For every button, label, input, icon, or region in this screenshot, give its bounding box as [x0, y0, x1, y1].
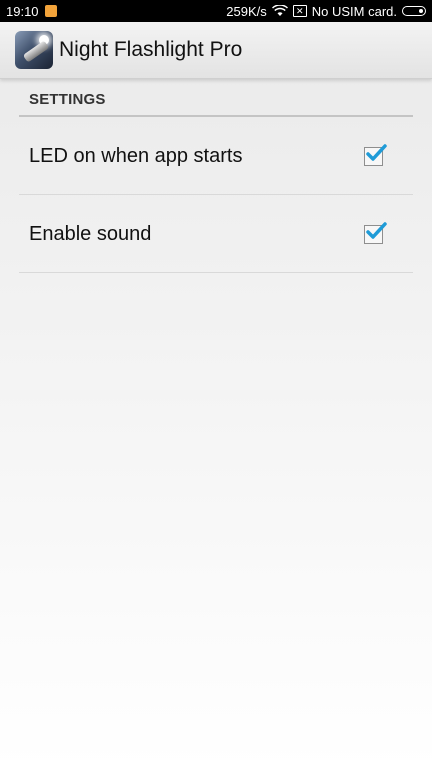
carrier-text: No USIM card.: [311, 3, 397, 19]
network-speed: 259K/s: [226, 3, 267, 19]
pref-led-on-start[interactable]: LED on when app starts: [19, 118, 413, 195]
pref-enable-sound[interactable]: Enable sound: [19, 196, 413, 273]
pref-label: LED on when app starts: [29, 144, 243, 167]
status-bar: 19:10 259K/s ✕ No USIM card.: [0, 0, 432, 22]
led-on-start-checkbox[interactable]: [364, 143, 387, 166]
sim-missing-icon: ✕: [292, 5, 307, 17]
status-bar-right: 259K/s ✕ No USIM card.: [226, 4, 426, 19]
notification-icon: [44, 5, 57, 17]
enable-sound-checkbox[interactable]: [364, 221, 387, 244]
section-divider: [19, 115, 413, 117]
settings-section-header: SETTINGS: [29, 91, 106, 108]
status-bar-left: 19:10: [6, 4, 57, 19]
action-bar: Night Flashlight Pro: [0, 22, 432, 79]
checkmark-icon: [366, 143, 387, 161]
battery-icon: [402, 6, 426, 16]
clock: 19:10: [6, 3, 39, 19]
wifi-icon: [271, 4, 288, 17]
flashlight-body: [22, 40, 50, 63]
flashlight-app-icon[interactable]: [15, 31, 53, 69]
pref-label: Enable sound: [29, 222, 152, 245]
checkmark-icon: [366, 221, 387, 239]
app-title: Night Flashlight Pro: [59, 38, 243, 61]
